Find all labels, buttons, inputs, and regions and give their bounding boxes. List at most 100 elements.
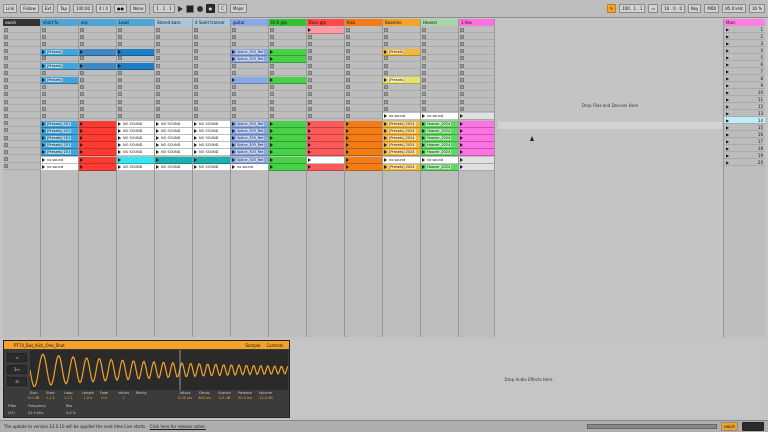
clip-slot[interactable] [41,92,78,98]
clip-slot[interactable] [345,49,382,55]
clip[interactable]: Hoover_2024 [421,135,458,142]
clip[interactable] [269,142,306,150]
clip-slot[interactable] [155,49,192,55]
clip-slot[interactable] [459,92,494,98]
clip-play-icon[interactable] [346,143,349,148]
slot-stop-icon[interactable] [194,56,198,61]
clip-slot[interactable] [421,92,458,98]
clip-slot[interactable] [345,63,382,69]
slot-stop-icon[interactable] [308,63,312,68]
param-length[interactable]: Length 1.0.0 [82,391,94,400]
clip[interactable]: NO SOUND [193,163,230,171]
clip-play-icon[interactable] [460,136,463,140]
track-header[interactable]: 1-Vox [459,19,494,26]
scene-launch-row[interactable]: ▶ 14 [724,117,765,124]
slot-stop-icon[interactable] [384,99,388,104]
clip-slot[interactable] [3,164,40,170]
clip[interactable] [459,120,494,128]
clip-slot[interactable] [269,99,306,105]
clip-slot[interactable] [459,70,494,77]
scene-launch-row[interactable]: ▶ 16 [724,131,765,138]
slot-stop-icon[interactable] [80,70,84,75]
slot-stop-icon[interactable] [232,99,236,104]
scene-launch-row[interactable]: ▶ 12 [724,103,765,110]
param-gain[interactable]: Gain 0.0 dB [28,391,39,400]
clip-slot[interactable] [3,77,40,84]
slot-stop-icon[interactable] [384,106,388,111]
clip-slot[interactable] [41,113,78,120]
clip[interactable]: [Presets] 201 [41,149,78,157]
slot-stop-icon[interactable] [422,56,426,61]
scene-play-icon[interactable]: ▶ [726,153,729,158]
clip[interactable] [307,27,344,34]
slot-stop-icon[interactable] [422,92,426,97]
clip-play-icon[interactable] [232,143,235,148]
clip-slot[interactable] [155,113,192,120]
clip-play-icon[interactable] [270,49,273,54]
slot-stop-icon[interactable] [422,49,426,54]
slot-stop-icon[interactable] [422,77,426,82]
clip[interactable]: [Presets] 201 [41,142,78,150]
slot-stop-icon[interactable] [80,113,84,118]
param-retrig[interactable]: Retrig [136,391,146,396]
clip-slot[interactable] [383,92,420,98]
slot-stop-icon[interactable] [460,56,464,61]
clip-slot[interactable] [383,85,420,91]
clip-slot[interactable] [79,113,116,120]
slot-stop-icon[interactable] [194,41,198,46]
clip-slot[interactable] [269,106,306,113]
slot-stop-icon[interactable] [270,27,274,32]
track-header[interactable]: Bassline [383,19,420,26]
slot-stop-icon[interactable] [118,41,122,46]
clip-play-icon[interactable] [232,128,235,133]
clip[interactable]: NO SOUND [117,142,154,150]
slot-stop-icon[interactable] [156,56,160,61]
stop-icon[interactable] [185,4,194,13]
clip-slot[interactable] [193,63,230,69]
slot-stop-icon[interactable] [118,34,122,39]
scene-play-icon[interactable]: ▶ [726,76,729,81]
clip-slot[interactable] [421,56,458,62]
clip-slot[interactable] [41,41,78,48]
track-header[interactable]: Kick [345,19,382,26]
clip-play-icon[interactable] [308,28,311,32]
clip-slot[interactable] [307,106,344,113]
clip-play-icon[interactable] [270,143,273,148]
slot-stop-icon[interactable] [460,70,464,75]
clip-play-icon[interactable] [42,64,45,68]
clip-slot[interactable] [41,106,78,113]
clip-play-icon[interactable] [422,164,425,169]
slot-stop-icon[interactable] [232,63,236,68]
slot-stop-icon[interactable] [194,49,198,54]
clip-slot[interactable] [231,106,268,113]
clip[interactable]: no sound [41,156,78,164]
clip-slot[interactable] [231,85,268,91]
clip[interactable] [269,149,306,157]
slot-stop-icon[interactable] [80,85,84,90]
clip[interactable] [155,156,192,164]
clip-slot[interactable] [3,135,40,141]
clip-play-icon[interactable] [80,121,83,126]
sample-tab[interactable]: Sample [245,343,260,348]
clip-slot[interactable] [193,41,230,48]
clip[interactable]: NO SOUND [117,135,154,142]
clip-slot[interactable] [3,106,40,113]
slot-stop-icon[interactable] [346,113,350,118]
clip[interactable]: NO SOUND [117,163,154,171]
clip[interactable]: [Presets] [41,77,78,85]
key-map-button[interactable]: Key [688,4,702,13]
track-header[interactable]: Hoover [421,19,458,26]
slot-stop-icon[interactable] [308,77,312,82]
classic-mode-button[interactable]: ≈ [7,353,27,362]
scene-launch-row[interactable]: ▶ 19 [724,152,765,159]
slot-stop-icon[interactable] [460,49,464,54]
clip-slot[interactable] [41,85,78,91]
slot-stop-icon[interactable] [42,70,46,75]
clip-slot[interactable] [79,106,116,113]
slot-stop-icon[interactable] [232,113,236,118]
res-label[interactable]: Res [66,404,72,408]
slot-stop-icon[interactable] [118,106,122,111]
slot-stop-icon[interactable] [118,99,122,104]
slot-stop-icon[interactable] [156,34,160,39]
slot-stop-icon[interactable] [118,92,122,97]
